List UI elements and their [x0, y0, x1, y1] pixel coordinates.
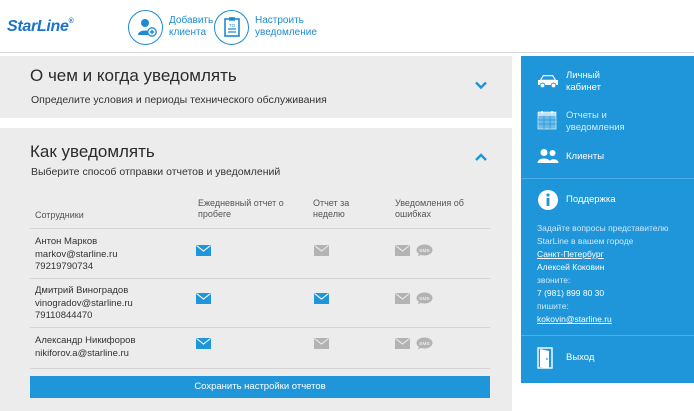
setup-notification-label: Настроить уведомление — [255, 15, 317, 38]
employee-email: vinogradov@starline.ru — [35, 297, 133, 309]
sms-badge-text: SMS — [419, 341, 429, 347]
main-content: О чем и когда уведомлять Определите усло… — [0, 56, 512, 411]
logo-text: StarLine — [7, 18, 69, 35]
email-toggle-icon[interactable] — [196, 338, 211, 349]
sidebar-gap — [512, 56, 521, 411]
table-divider — [30, 368, 490, 369]
employee-name: Александр Никифоров — [35, 335, 136, 346]
sidebar-item-clients[interactable]: Клиенты — [521, 146, 694, 168]
info-icon — [538, 190, 558, 210]
panel-what-when[interactable]: О чем и когда уведомлять Определите усло… — [0, 56, 512, 118]
exit-door-icon — [537, 347, 553, 369]
col-header-daily: Ежедневный отчет о пробеге — [198, 198, 284, 219]
representative-name: Алексей Коковин — [537, 262, 605, 272]
sms-badge-text: SMS — [419, 296, 429, 302]
email-toggle-icon[interactable] — [196, 245, 211, 256]
employee-phone: 79219790734 — [35, 261, 94, 272]
calendar-icon — [537, 111, 557, 130]
employee-phone: 79110844470 — [35, 310, 93, 321]
employee-email: markov@starline.ru — [35, 248, 118, 260]
sms-toggle-icon[interactable]: SMS — [416, 292, 433, 305]
clipboard-icon: TO — [214, 9, 249, 45]
add-user-icon — [128, 9, 163, 45]
email-toggle-icon[interactable] — [395, 245, 410, 256]
sidebar-logout-label: Выход — [566, 352, 595, 363]
support-phone: 7 (981) 899 80 30 — [537, 288, 605, 298]
support-email-link[interactable]: kokovin@starline.ru — [537, 313, 687, 326]
sms-toggle-icon[interactable]: SMS — [416, 337, 433, 350]
setup-notification-button[interactable]: TO Настроить уведомление — [214, 9, 325, 45]
email-toggle-icon[interactable] — [395, 338, 410, 349]
table-divider — [30, 228, 490, 229]
panel-what-title: О чем и когда уведомлять — [30, 66, 237, 85]
users-icon — [537, 149, 559, 163]
call-label: звоните: — [537, 275, 571, 285]
sidebar-support-label: Поддержка — [566, 194, 616, 205]
svg-text:TO: TO — [228, 23, 235, 28]
col-header-weekly: Отчет за неделю — [313, 198, 350, 219]
page: StarLine® Добавить клиента TO Настроить … — [0, 0, 694, 411]
support-info: Задайте вопросы представителю StarLine в… — [537, 222, 687, 326]
table-divider — [30, 327, 490, 328]
write-label: пишите: — [537, 301, 569, 311]
employee-info: Александр Никифоров nikiforov.a@starline… — [35, 335, 136, 360]
employee-info: Дмитрий Виноградов vinogradov@starline.r… — [35, 285, 133, 323]
email-toggle-icon[interactable] — [314, 245, 329, 256]
top-header: StarLine® Добавить клиента TO Настроить … — [0, 0, 694, 53]
col-header-errors: Уведомления об ошибках — [395, 198, 464, 219]
employee-info: Антон Марков markov@starline.ru 79219790… — [35, 236, 118, 274]
panel-what-subtitle: Определите условия и периоды техническог… — [31, 94, 327, 106]
table-divider — [30, 278, 490, 279]
sms-badge-text: SMS — [419, 248, 429, 254]
sidebar-clients-label: Клиенты — [566, 151, 605, 162]
sidebar-reports-label: Отчеты и уведомления — [566, 110, 625, 133]
logo-registered-mark: ® — [68, 18, 74, 25]
sidebar-cabinet-label: Личный кабинет — [566, 70, 601, 93]
sidebar-item-reports[interactable]: Отчеты и уведомления — [521, 108, 694, 136]
employee-name: Дмитрий Виноградов — [35, 285, 129, 296]
sidebar-divider — [521, 178, 694, 179]
sidebar-divider — [521, 335, 694, 336]
email-toggle-icon[interactable] — [314, 293, 329, 304]
support-description: Задайте вопросы представителю StarLine в… — [537, 223, 669, 246]
chevron-down-icon[interactable] — [474, 78, 488, 92]
panel-how: Как уведомлять Выберите способ отправки … — [0, 128, 512, 411]
sidebar: Личный кабинет Отчеты и уведомления Клие… — [521, 56, 694, 383]
employee-email: nikiforov.a@starline.ru — [35, 347, 129, 359]
email-toggle-icon[interactable] — [395, 293, 410, 304]
sidebar-item-cabinet[interactable]: Личный кабинет — [521, 68, 694, 96]
save-report-settings-button[interactable]: Сохранить настройки отчетов — [30, 376, 490, 398]
sidebar-item-logout[interactable]: Выход — [521, 346, 694, 370]
starline-logo[interactable]: StarLine® — [7, 18, 74, 36]
email-toggle-icon[interactable] — [196, 293, 211, 304]
email-toggle-icon[interactable] — [314, 338, 329, 349]
panel-how-subtitle: Выберите способ отправки отчетов и уведо… — [31, 166, 281, 178]
panel-how-title: Как уведомлять — [30, 142, 155, 161]
sms-toggle-icon[interactable]: SMS — [416, 244, 433, 257]
employee-name: Антон Марков — [35, 236, 98, 247]
car-icon — [538, 75, 558, 89]
col-header-employees: Сотрудники — [35, 210, 84, 220]
chevron-up-icon[interactable] — [474, 150, 488, 164]
city-link[interactable]: Санкт-Петербург — [537, 248, 687, 261]
sidebar-item-support[interactable]: Поддержка — [521, 188, 694, 212]
